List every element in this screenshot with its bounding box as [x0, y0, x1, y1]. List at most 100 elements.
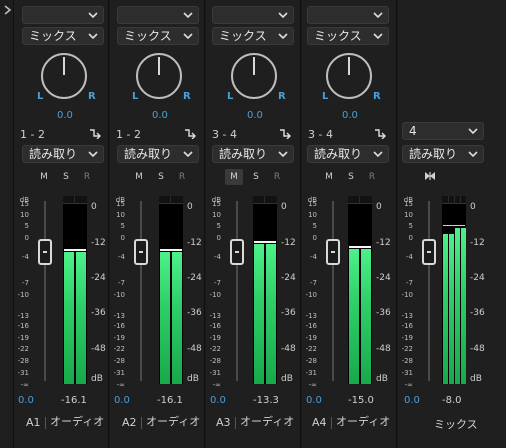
meter-scale-label: -36: [187, 308, 202, 318]
automation-dropdown[interactable]: 読み取り: [117, 145, 199, 163]
mute-button[interactable]: M: [130, 169, 148, 185]
fader-scale-label: -7: [214, 279, 221, 287]
fader-track[interactable]: [140, 201, 142, 381]
fader-scale-label: -13: [209, 312, 221, 320]
volume-fader[interactable]: [134, 239, 148, 265]
fader-track[interactable]: [44, 201, 46, 381]
pan-right-label: R: [183, 91, 191, 102]
track-name[interactable]: オーディオ: [146, 413, 200, 429]
volume-value[interactable]: 0.0: [404, 395, 420, 406]
bowtie-icon[interactable]: [424, 171, 436, 181]
pan-value[interactable]: 0.0: [57, 110, 73, 121]
fx-dropdown[interactable]: [117, 6, 199, 24]
fader-scale-label: -∞: [404, 381, 413, 389]
meter-bar-4: [461, 228, 466, 384]
meter-scale-label: -48: [187, 344, 202, 354]
solo-button[interactable]: S: [152, 169, 170, 185]
fader-scale-label: 15: [404, 200, 413, 208]
record-button[interactable]: R: [268, 169, 286, 185]
fader-scale-label: -22: [17, 345, 29, 353]
volume-value[interactable]: 0.0: [210, 395, 226, 406]
automation-dropdown[interactable]: 読み取り: [22, 145, 104, 163]
mode-dropdown[interactable]: ミックス: [117, 27, 199, 45]
record-button[interactable]: R: [363, 169, 381, 185]
fader-scale-label: 15: [308, 200, 317, 208]
chevron-down-icon: [88, 12, 98, 19]
solo-button[interactable]: S: [342, 169, 360, 185]
pan-knob[interactable]: [326, 53, 372, 99]
fader-track[interactable]: [332, 201, 334, 381]
mode-dropdown[interactable]: ミックス: [307, 27, 389, 45]
track-name[interactable]: オーディオ: [240, 413, 294, 429]
automation-dropdown[interactable]: 読み取り: [402, 145, 484, 163]
record-button[interactable]: R: [78, 169, 96, 185]
track-name[interactable]: オーディオ: [50, 413, 104, 429]
fader-track[interactable]: [428, 201, 430, 381]
track-name[interactable]: オーディオ: [336, 413, 390, 429]
fader-scale-label: -31: [209, 369, 221, 377]
mode-dropdown[interactable]: ミックス: [212, 27, 294, 45]
chevron-down-icon: [468, 128, 478, 135]
mute-button[interactable]: M: [225, 169, 243, 185]
fader-scale-label: -28: [113, 357, 125, 365]
fader-scale-label: 0: [408, 234, 413, 242]
fader-scale-label: -∞: [20, 381, 29, 389]
solo-button[interactable]: S: [247, 169, 265, 185]
chevron-down-icon: [468, 151, 478, 158]
fader-scale-label: -28: [305, 357, 317, 365]
volume-value[interactable]: 0.0: [18, 395, 34, 406]
fx-dropdown[interactable]: [212, 6, 294, 24]
pan-value[interactable]: 0.0: [152, 110, 168, 121]
audio-track-mixer: ミックス L R 0.0 1 - 2 読み取り M S R 0.0 -16.1 …: [14, 0, 506, 448]
record-button[interactable]: R: [173, 169, 191, 185]
volume-fader[interactable]: [326, 239, 340, 265]
fader-track[interactable]: [236, 201, 238, 381]
fader-scale-label: -13: [17, 312, 29, 320]
volume-value[interactable]: 0.0: [306, 395, 322, 406]
pan-knob[interactable]: [231, 53, 277, 99]
volume-fader[interactable]: [230, 239, 244, 265]
solo-button[interactable]: S: [57, 169, 75, 185]
routing-icon[interactable]: [279, 127, 291, 139]
fader-scale-label: -∞: [116, 381, 125, 389]
fader-scale-label: -10: [209, 291, 221, 299]
meter-scale-label: -36: [281, 308, 296, 318]
channel-assignment: 1 - 2: [20, 128, 45, 141]
chevron-down-icon: [88, 151, 98, 158]
mute-button[interactable]: M: [35, 169, 53, 185]
routing-icon[interactable]: [374, 127, 386, 139]
fader-scale-label: 15: [116, 200, 125, 208]
volume-fader[interactable]: [38, 239, 52, 265]
mode-dropdown[interactable]: ミックス: [22, 27, 104, 45]
routing-icon[interactable]: [184, 127, 196, 139]
pan-value[interactable]: 0.0: [342, 110, 358, 121]
pan-value[interactable]: 0.0: [247, 110, 263, 121]
track-strip-a4: ミックス L R 0.0 3 - 4 読み取り M S R 0.0 -15.0 …: [302, 0, 397, 448]
meter-scale-label: 0: [281, 202, 287, 212]
meter-bar-2: [449, 234, 454, 384]
mute-button[interactable]: M: [320, 169, 338, 185]
fx-dropdown[interactable]: [307, 6, 389, 24]
pan-knob[interactable]: [136, 53, 182, 99]
fader-scale-label: -4: [310, 253, 317, 261]
pan-knob[interactable]: [41, 53, 87, 99]
fader-scale-label: 15: [20, 200, 29, 208]
fader-scale-label: -13: [401, 312, 413, 320]
chevron-down-icon: [183, 12, 193, 19]
meter-scale-label: -12: [187, 238, 202, 248]
chevron-right-icon[interactable]: [3, 4, 12, 16]
master-channel-dropdown[interactable]: 4: [402, 122, 484, 140]
fx-dropdown[interactable]: [22, 6, 104, 24]
peak-hold: [443, 225, 465, 226]
fader-scale-label: 5: [120, 222, 125, 230]
automation-dropdown[interactable]: 読み取り: [212, 145, 294, 163]
fader-scale-label: -4: [118, 253, 125, 261]
routing-icon[interactable]: [89, 127, 101, 139]
fader-scale-label: -31: [113, 369, 125, 377]
automation-dropdown[interactable]: 読み取り: [307, 145, 389, 163]
volume-fader[interactable]: [422, 239, 436, 265]
track-id: A1: [26, 416, 41, 429]
meter-bar-3: [455, 228, 460, 384]
volume-value[interactable]: 0.0: [114, 395, 130, 406]
fader-scale-label: -28: [209, 357, 221, 365]
